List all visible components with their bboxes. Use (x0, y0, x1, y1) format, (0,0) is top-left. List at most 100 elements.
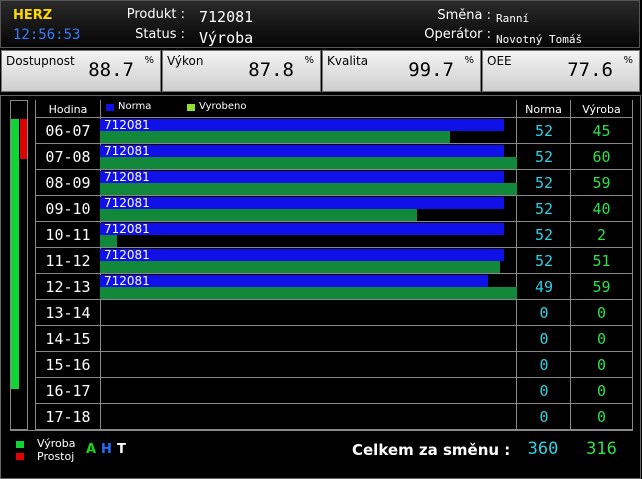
grid-line (10, 430, 633, 431)
norma-value: 52 (534, 148, 554, 166)
status-label: Status : (135, 27, 185, 42)
norma-value: 52 (534, 226, 554, 244)
operator-label: Operátor : (424, 27, 491, 42)
hour-label: 15-16 (45, 356, 91, 374)
kpi-unit: % (304, 55, 314, 66)
bar-product-label: 712081 (104, 170, 150, 184)
kpi-value: 99.7 (408, 59, 454, 81)
kpi-unit: % (464, 55, 474, 66)
kpi-label: Kvalita (327, 54, 369, 68)
hour-label: 11-12 (45, 252, 91, 270)
clock: 12:56:53 (13, 27, 81, 43)
mode-a-button[interactable]: A (86, 442, 96, 457)
legend-vyrobeno-swatch (187, 104, 195, 111)
hour-label: 13-14 (45, 304, 91, 322)
vyroba-value: 40 (592, 200, 611, 218)
brand-logo: HERZ (13, 8, 53, 23)
total-label: Celkem za směnu : (352, 441, 511, 459)
vyroba-bar (100, 235, 117, 247)
kpi-vykon: Výkon 87.8 % (162, 50, 321, 92)
product-label: Produkt : (126, 7, 185, 22)
norma-value: 0 (539, 304, 549, 322)
norma-value: 52 (534, 200, 554, 218)
kpi-label: Dostupnost (6, 54, 75, 68)
kpi-unit: % (144, 55, 154, 66)
norma-value: 49 (534, 278, 554, 296)
legend-norma-swatch (106, 104, 114, 111)
norma-bar (100, 171, 504, 183)
bar-product-label: 712081 (104, 144, 150, 158)
kpi-label: OEE (487, 54, 512, 68)
kpi-unit: % (623, 55, 633, 66)
shift-label: Směna : (437, 8, 491, 23)
kpi-dostupnost: Dostupnost 88.7 % (1, 50, 161, 92)
vyroba-bar (100, 131, 450, 143)
vyroba-value: 60 (592, 148, 611, 166)
norma-value: 52 (534, 122, 554, 140)
vyroba-bar (100, 183, 517, 195)
grid-line (35, 403, 633, 404)
legend-norma-label: Norma (118, 101, 152, 112)
grid-line (35, 377, 633, 378)
grid-line (35, 299, 633, 300)
bar-product-label: 712081 (104, 222, 150, 236)
operator-value: Novotný Tomáš (496, 33, 583, 46)
vyroba-value: 59 (592, 278, 611, 296)
norma-value: 52 (534, 252, 554, 270)
shift-vyroba-fill (11, 119, 19, 389)
norma-value: 52 (534, 174, 554, 192)
vyroba-bar (100, 209, 417, 221)
kpi-value: 77.6 (567, 59, 613, 81)
norma-bar (100, 275, 488, 287)
bar-product-label: 712081 (104, 274, 150, 288)
shift-prostoj-fill (20, 119, 27, 159)
kpi-oee: OEE 77.6 % (482, 50, 640, 92)
mode-h-button[interactable]: H (101, 442, 112, 457)
norma-bar (100, 223, 504, 235)
norma-value: 0 (539, 356, 549, 374)
status-value: Výroba (199, 29, 254, 47)
vyroba-value: 2 (596, 226, 607, 244)
legend-prostoj-swatch (16, 453, 24, 460)
vyroba-value: 0 (596, 356, 607, 374)
hour-label: 08-09 (45, 174, 91, 192)
vyroba-value: 0 (596, 408, 607, 426)
kpi-label: Výkon (167, 54, 204, 68)
total-norma: 360 (527, 439, 559, 459)
hour-label: 07-08 (45, 148, 91, 166)
vyroba-bar (100, 261, 500, 273)
vyroba-value: 59 (592, 174, 611, 192)
legend-prostoj-label: Prostoj (37, 450, 75, 463)
hour-label: 09-10 (45, 200, 91, 218)
vyroba-value: 51 (592, 252, 611, 270)
col-header-vyroba: Výroba (582, 103, 621, 116)
hour-label: 12-13 (45, 278, 91, 296)
header-bar: HERZ 12:56:53 Produkt : 712081 Status : … (0, 0, 640, 48)
hour-label: 06-07 (45, 122, 91, 140)
kpi-value: 87.8 (248, 59, 294, 81)
norma-bar (100, 119, 504, 131)
norma-bar (100, 249, 504, 261)
shift-value: Ranní (496, 12, 530, 25)
hour-label: 10-11 (45, 226, 91, 244)
norma-bar (100, 197, 504, 209)
vyroba-bar (100, 157, 517, 169)
mode-t-button[interactable]: T (117, 442, 126, 457)
kpi-value: 88.7 (88, 59, 134, 81)
col-header-norma: Norma (525, 103, 562, 116)
total-vyroba: 316 (586, 439, 617, 459)
vyroba-value: 0 (596, 382, 607, 400)
vyroba-bar (100, 287, 517, 299)
kpi-kvalita: Kvalita 99.7 % (322, 50, 481, 92)
legend-vyroba-label: Výroba (37, 437, 76, 450)
legend-vyroba-swatch (16, 441, 24, 448)
col-header-hour: Hodina (48, 103, 88, 116)
vyroba-value: 45 (592, 122, 611, 140)
bar-product-label: 712081 (104, 196, 150, 210)
hour-label: 16-17 (45, 382, 91, 400)
vyroba-value: 0 (596, 330, 607, 348)
grid-line (632, 100, 633, 430)
grid-line (35, 325, 633, 326)
norma-bar (100, 145, 504, 157)
norma-value: 0 (539, 382, 549, 400)
